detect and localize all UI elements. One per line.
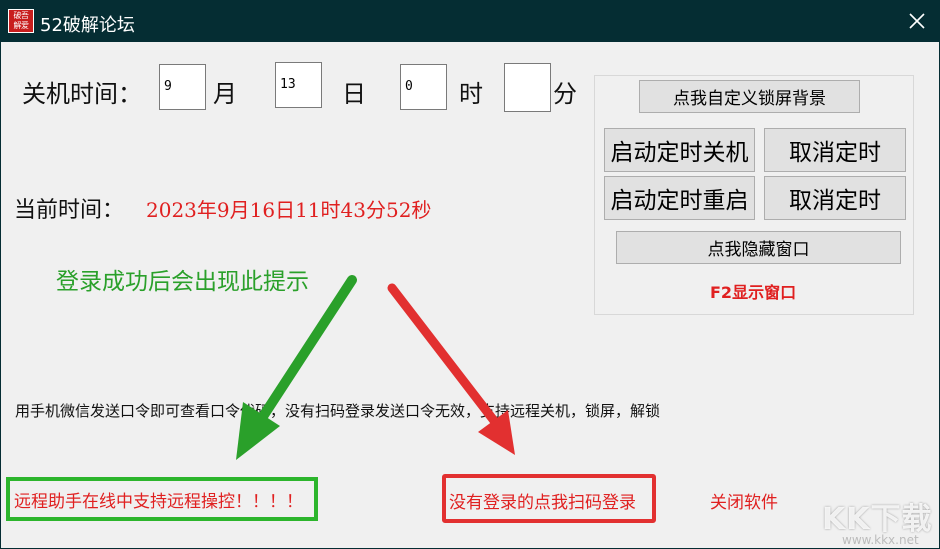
green-arrow-icon <box>236 275 357 460</box>
kk-download-watermark: KK下载 <box>822 502 933 537</box>
red-arrow-icon <box>387 283 515 455</box>
watermark-url: www.kkx.net <box>842 533 919 547</box>
annotation-arrows <box>236 275 515 460</box>
